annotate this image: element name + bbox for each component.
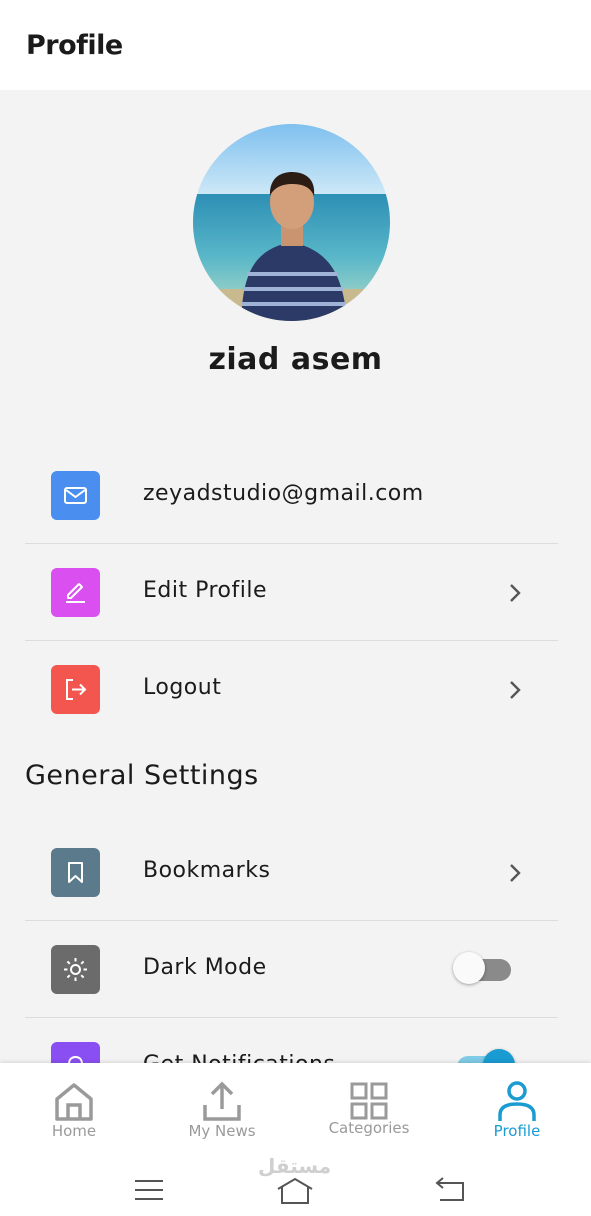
home-icon xyxy=(55,1083,93,1121)
back-icon[interactable] xyxy=(434,1177,466,1203)
profile-content[interactable]: ziad asem zeyadstudio@gmail.com Edit Pro… xyxy=(0,90,591,1063)
profile-name: ziad asem xyxy=(208,342,383,377)
nav-home[interactable]: Home xyxy=(4,1063,144,1153)
logout-row[interactable]: Logout xyxy=(25,641,558,738)
dark-mode-toggle[interactable] xyxy=(453,948,515,984)
chevron-right-icon xyxy=(510,584,521,602)
nav-categories-label: Categories xyxy=(328,1119,410,1137)
menu-icon[interactable] xyxy=(134,1178,164,1202)
page-title: Profile xyxy=(26,30,123,61)
email-row: zeyadstudio@gmail.com xyxy=(25,447,558,544)
bookmarks-label: Bookmarks xyxy=(143,858,271,883)
bell-icon xyxy=(51,1042,100,1063)
chevron-right-icon xyxy=(510,681,521,699)
notifications-row: Get Notifications xyxy=(25,1018,558,1063)
avatar[interactable] xyxy=(193,124,390,321)
nav-home-label: Home xyxy=(51,1122,97,1140)
general-settings-title: General Settings xyxy=(25,760,259,791)
avatar-photo xyxy=(193,124,390,321)
nav-profile-label: Profile xyxy=(493,1122,541,1140)
nav-my-news-label: My News xyxy=(188,1122,256,1140)
app-bar: Profile xyxy=(0,0,591,90)
watermark-logo: مستقل xyxy=(258,1154,332,1178)
dark-mode-label: Dark Mode xyxy=(143,955,267,980)
toggle-knob xyxy=(483,1049,515,1063)
bottom-navigation: Home My News Categories Profile xyxy=(0,1063,591,1153)
bookmarks-row[interactable]: Bookmarks xyxy=(25,824,558,921)
sun-icon xyxy=(51,945,100,994)
logout-icon xyxy=(51,665,100,714)
dark-mode-row: Dark Mode xyxy=(25,921,558,1018)
app-screen: Profile ziad asem zeyadstudio@gmail.com … xyxy=(0,0,591,1216)
grid-icon xyxy=(350,1082,388,1120)
logout-label: Logout xyxy=(143,675,222,700)
nav-profile[interactable]: Profile xyxy=(447,1063,587,1153)
notifications-toggle[interactable] xyxy=(453,1045,519,1063)
bookmark-icon xyxy=(51,848,100,897)
edit-icon xyxy=(51,568,100,617)
edit-profile-row[interactable]: Edit Profile xyxy=(25,544,558,641)
upload-icon xyxy=(203,1081,241,1121)
email-label: zeyadstudio@gmail.com xyxy=(143,481,424,506)
chevron-right-icon xyxy=(510,864,521,882)
toggle-knob xyxy=(453,952,485,984)
nav-my-news[interactable]: My News xyxy=(152,1063,292,1153)
person-icon xyxy=(498,1081,536,1121)
edit-profile-label: Edit Profile xyxy=(143,578,268,603)
nav-categories[interactable]: Categories xyxy=(299,1063,439,1153)
home-outline-icon[interactable] xyxy=(276,1177,314,1205)
mail-icon xyxy=(51,471,100,520)
notifications-label: Get Notifications xyxy=(143,1052,335,1063)
